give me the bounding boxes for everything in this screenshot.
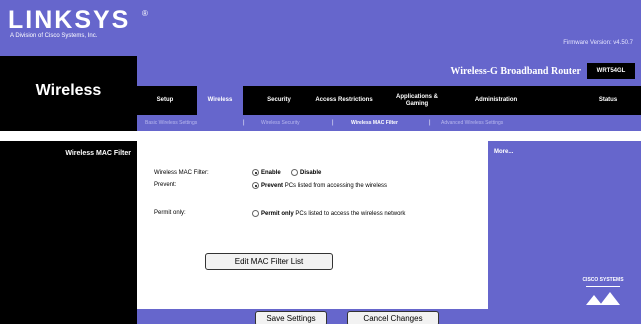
permit-label: Permit only:: [154, 210, 186, 216]
disable-label: Disable: [300, 170, 322, 176]
tab-administration[interactable]: Administration: [463, 86, 529, 115]
subtab-separator: |: [243, 120, 245, 126]
firmware-version: Firmware Version: v4.50.7: [563, 40, 633, 46]
sub-tabs: Basic Wireless Settings | Wireless Secur…: [137, 115, 641, 131]
tab-applications-gaming[interactable]: Applications & Gaming: [385, 86, 449, 115]
main-content: Wireless MAC Filter: Enable Disable Prev…: [137, 141, 488, 309]
tab-status[interactable]: Status: [587, 86, 629, 115]
enable-radio[interactable]: [252, 169, 259, 176]
prevent-option-text: Prevent PCs listed from accessing the wi…: [261, 183, 388, 189]
enable-label: Enable: [261, 170, 281, 176]
cisco-logo: CISCO SYSTEMS: [578, 277, 628, 307]
brand-tagline: A Division of Cisco Systems, Inc.: [10, 33, 98, 39]
subtab-separator: |: [332, 120, 334, 126]
product-bar: Wireless-G Broadband Router WRT54GL: [137, 56, 641, 86]
model-badge: WRT54GL: [587, 63, 635, 79]
product-name: Wireless-G Broadband Router: [450, 66, 581, 77]
bottom-action-bar: Save Settings Cancel Changes: [137, 309, 641, 324]
page-header-left: Wireless: [0, 56, 137, 131]
page-title: Wireless: [35, 82, 102, 99]
permit-option-text: Permit only PCs listed to access the wir…: [261, 211, 406, 217]
cancel-changes-button[interactable]: Cancel Changes: [347, 311, 439, 324]
cisco-wordmark: CISCO SYSTEMS: [582, 277, 624, 283]
edit-mac-filter-list-button[interactable]: Edit MAC Filter List: [205, 253, 333, 270]
main-tabs: Setup Wireless Security Access Restricti…: [137, 86, 641, 115]
subtab-separator: |: [429, 120, 431, 126]
more-help-link[interactable]: More...: [494, 149, 513, 155]
tab-access-restrictions[interactable]: Access Restrictions: [313, 86, 375, 115]
subtab-advanced-wireless[interactable]: Advanced Wireless Settings: [441, 115, 503, 131]
prevent-label: Prevent:: [154, 182, 177, 188]
permit-only-radio[interactable]: [252, 210, 259, 217]
top-banner: LINKSYS ® A Division of Cisco Systems, I…: [0, 0, 641, 56]
subtab-wireless-security[interactable]: Wireless Security: [261, 115, 300, 131]
mac-filter-label: Wireless MAC Filter:: [154, 170, 209, 176]
subtab-wireless-mac-filter[interactable]: Wireless MAC Filter: [351, 115, 398, 131]
linksys-logo: LINKSYS: [8, 6, 131, 34]
registered-mark: ®: [142, 9, 148, 18]
section-sidebar: Wireless MAC Filter: [0, 141, 137, 324]
section-title: Wireless MAC Filter: [65, 150, 131, 157]
tab-setup[interactable]: Setup: [145, 86, 185, 115]
prevent-radio[interactable]: [252, 182, 259, 189]
save-settings-button[interactable]: Save Settings: [255, 311, 327, 324]
tab-wireless[interactable]: Wireless: [197, 86, 243, 115]
subtab-basic-wireless[interactable]: Basic Wireless Settings: [145, 115, 197, 131]
tab-security[interactable]: Security: [257, 86, 301, 115]
disable-radio[interactable]: [291, 169, 298, 176]
